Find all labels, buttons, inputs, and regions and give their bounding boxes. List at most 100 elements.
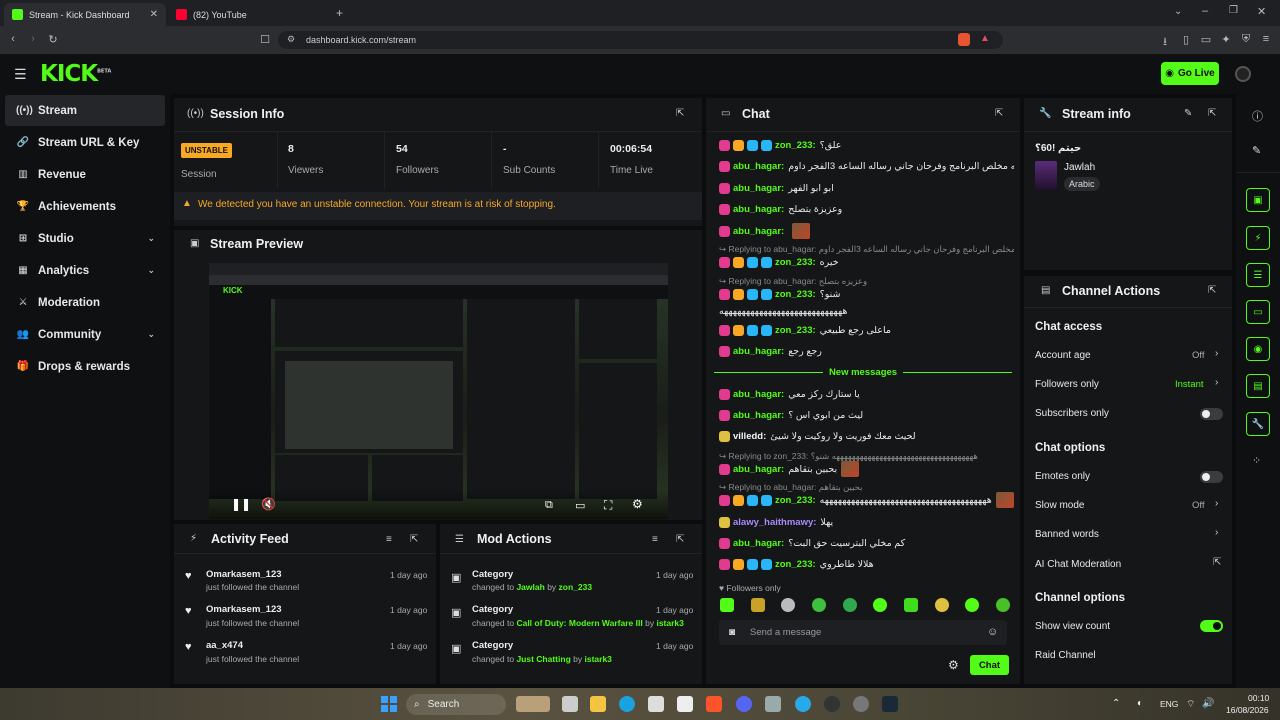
mod-action-target[interactable]: Just Chatting <box>516 654 570 664</box>
chat-username[interactable]: abu_hagar: <box>733 226 784 237</box>
menu-icon[interactable]: ≡ <box>1259 33 1273 45</box>
app-icon[interactable] <box>853 696 869 712</box>
store-icon[interactable] <box>677 696 693 712</box>
language-indicator[interactable]: ENG <box>1160 699 1178 709</box>
reload-icon[interactable]: ↻ <box>46 33 60 46</box>
chat-message[interactable]: alawy_haithmawy: يهلا <box>719 513 1014 531</box>
tab-kick-dashboard[interactable]: Stream - Kick Dashboard ✕ <box>4 3 166 26</box>
hamburger-menu-icon[interactable]: ☰ <box>14 66 27 83</box>
tab-youtube[interactable]: (82) YouTube <box>168 3 328 26</box>
wallet-icon[interactable]: ▭ <box>1199 33 1213 46</box>
clock-date[interactable]: 16/08/2026 <box>1226 705 1269 715</box>
emote-icon[interactable] <box>781 598 796 612</box>
popout-icon[interactable]: ⇱ <box>410 534 418 545</box>
send-chat-button[interactable]: Chat <box>970 655 1009 675</box>
brave-rewards-icon[interactable]: ▲ <box>980 33 990 44</box>
emoji-icon[interactable]: ☺ <box>987 626 998 638</box>
sidebar-item-drops-rewards[interactable]: 🎁 Drops & rewards <box>5 351 165 382</box>
steam-icon[interactable] <box>882 696 898 712</box>
sidebar-toggle-icon[interactable]: ▯ <box>1179 33 1193 46</box>
go-live-button[interactable]: ◉ Go Live <box>1161 62 1219 85</box>
chat-message[interactable]: abu_hagar: <box>719 222 1014 240</box>
chat-username[interactable]: zon_233: <box>775 257 816 268</box>
new-messages-divider[interactable]: New messages <box>714 367 1012 378</box>
chat-message[interactable]: abu_hagar: ابو ابو الفهر <box>719 179 1014 197</box>
mute-icon[interactable]: 🔇 <box>261 497 276 511</box>
emotes-only-toggle[interactable] <box>1200 471 1223 483</box>
avatar[interactable] <box>1235 66 1251 82</box>
task-view-icon[interactable] <box>562 696 578 712</box>
fullscreen-icon[interactable]: ⛶ <box>604 498 612 513</box>
chat-username[interactable]: abu_hagar: <box>733 389 784 400</box>
widget-icon[interactable] <box>516 696 550 712</box>
chat-message[interactable]: abu_hagar: كم مخلي البترسيت حق البت؟ <box>719 534 1014 552</box>
close-window-icon[interactable]: ✕ <box>1257 5 1266 18</box>
sidebar-item-moderation[interactable]: ⚔ Moderation <box>5 287 165 318</box>
taskbar-search[interactable]: ⌕ Search <box>406 694 506 715</box>
volume-icon[interactable]: 🔊 <box>1202 698 1214 709</box>
chat-username[interactable]: abu_hagar: <box>733 183 784 194</box>
chat-input[interactable]: Send a message <box>719 620 1007 645</box>
chat-username[interactable]: zon_233: <box>775 140 816 151</box>
back-icon[interactable]: ‹ <box>6 33 20 45</box>
chat-username[interactable]: zon_233: <box>775 559 816 570</box>
windows-start-icon[interactable] <box>381 696 397 712</box>
mod-action-user[interactable]: zon_233 <box>559 582 593 592</box>
kick-logo[interactable]: KICKBETA <box>40 61 111 87</box>
chat-settings-icon[interactable]: ⚙ <box>948 658 959 672</box>
chat-message[interactable]: abu_hagar: رجع رجع <box>719 342 1014 360</box>
sidebar-item-stream-url-key[interactable]: 🔗 Stream URL & Key <box>5 127 165 158</box>
rail-preview-icon[interactable]: ▣ <box>1246 188 1270 212</box>
brave-icon[interactable] <box>706 696 722 712</box>
new-tab-icon[interactable]: + <box>336 6 343 20</box>
edit-pencil-icon[interactable]: ✎ <box>1184 108 1192 119</box>
close-tab-icon[interactable]: ✕ <box>150 9 158 20</box>
mod-action-user[interactable]: istark3 <box>585 654 612 664</box>
popout-icon[interactable]: ⇱ <box>676 534 684 545</box>
vpn-icon[interactable]: ⛨ <box>1239 33 1253 46</box>
chat-username[interactable]: abu_hagar: <box>733 464 784 475</box>
emote-icon[interactable] <box>842 598 857 612</box>
chat-username[interactable]: abu_hagar: <box>733 410 784 421</box>
chat-message[interactable]: abu_hagar: وعزيزة بتصلح <box>719 200 1014 218</box>
tray-chevron-icon[interactable]: ⌃ <box>1112 698 1120 709</box>
filter-icon[interactable]: ≡ <box>386 534 392 545</box>
popout-icon[interactable]: ⇱ <box>995 108 1003 119</box>
emote-icon[interactable] <box>720 598 734 612</box>
chat-message[interactable]: abu_hagar: ليث من ابوي اس ؟ <box>719 406 1014 424</box>
chat-message[interactable]: zon_233: شنو؟ <box>719 285 1014 303</box>
chat-username[interactable]: zon_233: <box>775 289 816 300</box>
pause-icon[interactable]: ❚❚ <box>231 497 251 511</box>
chat-username[interactable]: zon_233: <box>775 325 816 336</box>
chat-username[interactable]: zon_233: <box>775 495 816 506</box>
chat-message[interactable]: abu_hagar: اقسم بالله مخلص البرنامج وفرحا… <box>719 157 1014 175</box>
obs-icon[interactable] <box>824 696 840 712</box>
bookmark-icon[interactable]: ☐ <box>258 33 272 46</box>
category-name[interactable]: Jawlah <box>1064 162 1095 173</box>
chat-username[interactable]: abu_hagar: <box>733 346 784 357</box>
site-info-icon[interactable]: ⚙ <box>284 34 298 45</box>
url-field[interactable]: dashboard.kick.com/stream <box>278 31 1003 49</box>
emote-icon[interactable] <box>811 598 826 612</box>
pip-icon[interactable]: ⧉ <box>545 499 553 512</box>
subscribers-only-toggle[interactable] <box>1200 408 1223 420</box>
mod-action-target[interactable]: Jawlah <box>516 582 544 592</box>
chat-username[interactable]: alawy_haithmawy: <box>733 517 816 528</box>
leo-icon[interactable]: ✦ <box>1219 33 1233 46</box>
chat-message[interactable]: ههههههههههههههههههههههههههههه <box>719 302 1014 320</box>
chat-message[interactable]: zon_233: هههههههههههههههههههههههههههههههه… <box>719 491 1014 509</box>
chat-username[interactable]: abu_hagar: <box>733 161 784 172</box>
sidebar-item-revenue[interactable]: ▥ Revenue <box>5 159 165 190</box>
emote-icon[interactable] <box>934 598 949 612</box>
stream-preview-video[interactable]: KICK ❚❚ 🔇 ⧉ ▭ ⛶ ⚙ <box>209 263 668 519</box>
sidebar-item-community[interactable]: 👥 Community ⌄ <box>5 319 165 350</box>
edit-icon[interactable]: ✎ <box>1252 144 1261 157</box>
chat-username[interactable]: villedd: <box>733 431 766 442</box>
download-icon[interactable]: ⭳ <box>1158 33 1172 52</box>
maximize-icon[interactable]: ❐ <box>1229 5 1238 16</box>
forward-icon[interactable]: › <box>26 33 40 45</box>
chat-message[interactable]: abu_hagar: بحبين بتقاهم <box>719 460 1014 478</box>
sidebar-item-achievements[interactable]: 🏆 Achievements <box>5 191 165 222</box>
chat-message[interactable]: zon_233: خيره <box>719 253 1014 271</box>
rail-channel-icon[interactable]: ▤ <box>1246 374 1270 398</box>
